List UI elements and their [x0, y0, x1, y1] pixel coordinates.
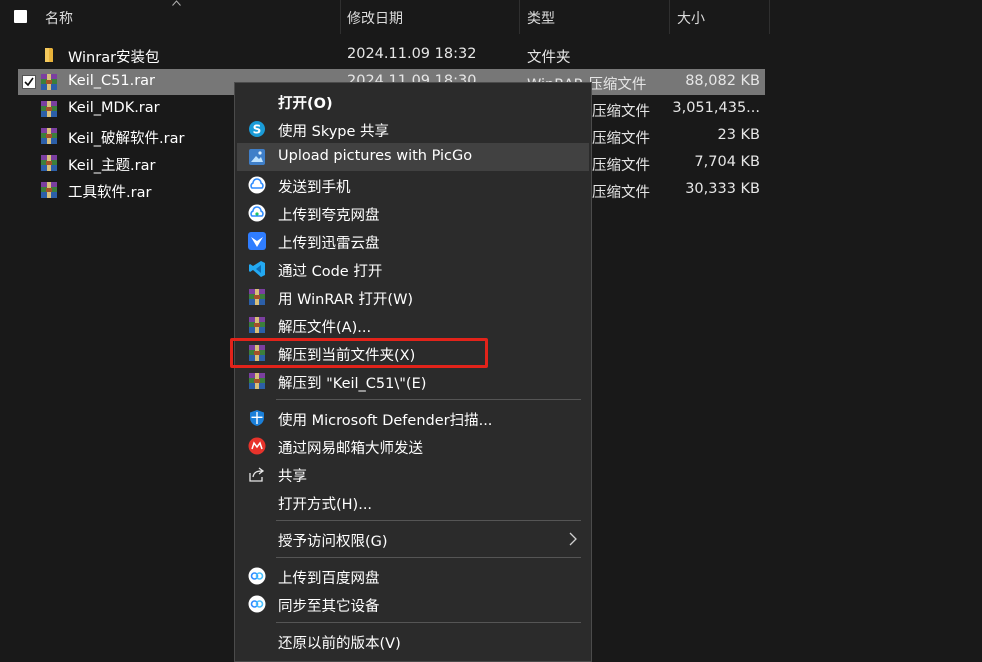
menu-item-label: 还原以前的版本(V) — [278, 636, 401, 652]
folder-icon — [45, 48, 53, 62]
menu-item-send-to-phone[interactable]: 发送到手机 — [237, 171, 589, 199]
file-size: 23 KB — [717, 127, 760, 143]
column-divider[interactable] — [519, 0, 520, 34]
column-divider[interactable] — [669, 0, 670, 34]
defender-shield-icon — [250, 410, 264, 426]
menu-item-open-with-code[interactable]: 通过 Code 打开 — [237, 255, 589, 283]
menu-item-label: 打开方式(H)... — [278, 497, 373, 513]
menu-item-share[interactable]: 共享 — [237, 460, 589, 488]
winrar-archive-icon — [41, 155, 57, 171]
file-size: 7,704 KB — [694, 154, 760, 170]
column-header-bar: 名称 修改日期 类型 大小 — [0, 0, 982, 34]
menu-item-label: 解压文件(A)... — [278, 320, 372, 336]
menu-separator — [276, 622, 581, 623]
menu-item-picgo-upload[interactable]: Upload pictures with PicGo — [237, 143, 589, 171]
file-date: 2024.11.09 18:32 — [347, 46, 477, 62]
column-type[interactable]: 类型 — [527, 8, 555, 28]
column-modified[interactable]: 修改日期 — [347, 8, 403, 28]
file-size: 88,082 KB — [685, 73, 760, 89]
menu-item-label: 打开(O) — [278, 96, 333, 112]
quark-cloud-icon — [248, 204, 266, 222]
menu-item-baidu-upload[interactable]: 上传到百度网盘 — [237, 562, 589, 590]
winrar-archive-icon — [41, 74, 57, 90]
winrar-archive-icon — [41, 101, 57, 117]
file-name: Keil_MDK.rar — [68, 100, 160, 116]
column-divider[interactable] — [340, 0, 341, 34]
menu-item-label: 使用 Skype 共享 — [278, 124, 390, 140]
menu-item-label: 上传到迅雷云盘 — [278, 236, 380, 252]
menu-item-grant-access[interactable]: 授予访问权限(G) — [237, 525, 589, 553]
menu-item-label: 同步至其它设备 — [278, 599, 380, 615]
column-size[interactable]: 大小 — [677, 8, 705, 28]
menu-item-open-with-winrar[interactable]: 用 WinRAR 打开(W) — [237, 283, 589, 311]
menu-separator — [276, 557, 581, 558]
menu-item-label: 用 WinRAR 打开(W) — [278, 292, 414, 308]
menu-item-sync-devices[interactable]: 同步至其它设备 — [237, 590, 589, 618]
column-divider[interactable] — [769, 0, 770, 34]
column-name[interactable]: 名称 — [45, 8, 73, 28]
picgo-icon — [249, 149, 265, 165]
sort-ascending-icon[interactable] — [172, 0, 181, 6]
menu-item-quark-upload[interactable]: 上传到夸克网盘 — [237, 199, 589, 227]
file-type: 压缩文件 — [592, 104, 650, 120]
menu-item-label: 授予访问权限(G) — [278, 534, 388, 550]
menu-item-label: 共享 — [278, 469, 307, 485]
menu-item-open-with[interactable]: 打开方式(H)... — [237, 488, 589, 516]
file-type: 文件夹 — [527, 50, 571, 66]
file-type: 压缩文件 — [592, 131, 650, 147]
netease-mail-icon — [248, 437, 266, 455]
winrar-archive-icon — [41, 182, 57, 198]
file-size: 3,051,435... — [672, 100, 760, 116]
winrar-icon — [249, 373, 265, 389]
file-name: Keil_破解软件.rar — [68, 131, 185, 147]
file-name: Keil_C51.rar — [68, 73, 156, 89]
file-type: 压缩文件 — [592, 158, 650, 174]
xunlei-icon — [248, 232, 266, 250]
menu-item-netease-mail[interactable]: 通过网易邮箱大师发送 — [237, 432, 589, 460]
winrar-icon — [249, 317, 265, 333]
file-name: Winrar安装包 — [68, 50, 160, 66]
cloud-phone-icon — [248, 176, 266, 194]
menu-item-label: 上传到夸克网盘 — [278, 208, 380, 224]
menu-item-xunlei-upload[interactable]: 上传到迅雷云盘 — [237, 227, 589, 255]
menu-item-label: 通过网易邮箱大师发送 — [278, 441, 423, 457]
menu-item-extract-to-folder[interactable]: 解压到 "Keil_C51\"(E) — [237, 367, 589, 395]
skype-icon: S — [249, 121, 265, 137]
menu-item-label: 解压到 "Keil_C51\"(E) — [278, 376, 427, 392]
baidu-sync-icon — [248, 595, 266, 613]
file-type: 压缩文件 — [592, 185, 650, 201]
file-name: 工具软件.rar — [68, 185, 152, 201]
menu-item-defender-scan[interactable]: 使用 Microsoft Defender扫描... — [237, 404, 589, 432]
menu-item-restore-previous[interactable]: 还原以前的版本(V) — [237, 627, 589, 655]
file-name: Keil_主题.rar — [68, 158, 156, 174]
highlight-annotation-box — [230, 338, 488, 368]
select-all-checkbox[interactable] — [14, 10, 27, 23]
menu-separator — [276, 520, 581, 521]
context-menu: 打开(O) S 使用 Skype 共享 Upload pictures with… — [234, 82, 592, 662]
menu-item-label: 上传到百度网盘 — [278, 571, 380, 587]
share-icon — [249, 467, 265, 482]
menu-item-label: 发送到手机 — [278, 180, 351, 196]
menu-item-label: 通过 Code 打开 — [278, 264, 383, 280]
menu-item-label: 使用 Microsoft Defender扫描... — [278, 413, 493, 429]
baidu-cloud-icon — [248, 567, 266, 585]
winrar-archive-icon — [41, 128, 57, 144]
menu-item-extract-files[interactable]: 解压文件(A)... — [237, 311, 589, 339]
menu-item-label: Upload pictures with PicGo — [278, 148, 473, 164]
menu-item-skype-share[interactable]: S 使用 Skype 共享 — [237, 115, 589, 143]
menu-separator — [276, 399, 581, 400]
svg-text:S: S — [253, 123, 262, 137]
file-size: 30,333 KB — [685, 181, 760, 197]
vscode-icon — [249, 261, 265, 277]
chevron-right-icon — [569, 532, 577, 546]
row-checkbox-checked[interactable] — [22, 75, 36, 89]
winrar-icon — [249, 289, 265, 305]
file-row-folder[interactable]: Winrar安装包 2024.11.09 18:32 文件夹 — [18, 42, 765, 68]
menu-item-open[interactable]: 打开(O) — [237, 87, 589, 115]
